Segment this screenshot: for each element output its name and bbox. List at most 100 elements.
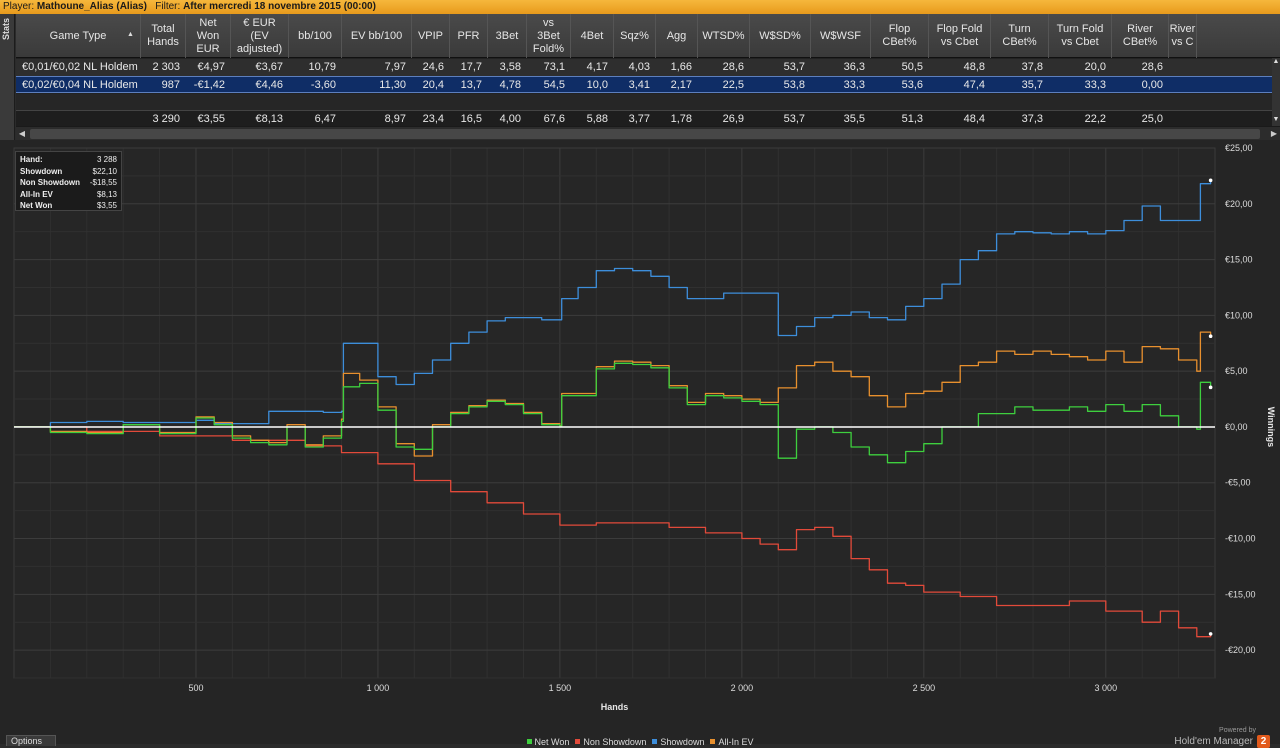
column-header[interactable]: Sqz% [614,14,656,58]
chart-legend: Net Won Non Showdown Showdown All-In EV [0,736,1280,747]
plot-area [13,147,1216,679]
table-cell: 13,7 [460,79,482,91]
scroll-up-arrow-icon[interactable]: ▲ [1272,58,1280,68]
column-header[interactable]: Flop Fold vs Cbet [929,14,991,58]
legend-item[interactable]: Showdown [652,737,704,747]
table-cell: 28,6 [1141,61,1163,73]
column-header[interactable]: € EUR (EV adjusted) [231,14,289,58]
column-header[interactable]: PFR [450,14,488,58]
column-header[interactable]: Turn CBet% [991,14,1049,58]
table-cell: 17,7 [460,61,482,73]
stats-side-tab-label: Stats [1,18,11,41]
player-name[interactable]: Mathoune_Alias (Alias) [37,1,147,12]
y-tick-label: €15,00 [1225,255,1253,265]
table-cell [1169,59,1197,76]
table-cell: -3,60 [310,79,336,91]
legend-item[interactable]: All-In EV [710,737,753,747]
table-cell: €0,01/€0,02 NL Holdem [22,61,138,73]
player-label: Player: [3,1,35,12]
table-cell: 3,41 [628,79,650,91]
column-header[interactable]: EV bb/100 [342,14,412,58]
y-tick-label: -€5,00 [1225,478,1251,488]
table-cell: €3,67 [255,61,283,73]
hand-label: Hand: [20,155,43,164]
legend-label: Non Showdown [583,736,647,747]
series-end-point [1208,632,1213,636]
y-axis-label: Winnings [1266,407,1276,447]
column-header[interactable]: Flop CBet% [871,14,929,58]
table-row-selected[interactable]: €0,02/€0,04 NL Holdem 987 -€1,42 €4,46 -3,60… [16,76,1273,93]
x-tick-label: 2 500 [913,683,936,693]
column-header[interactable]: Game Type [16,14,141,58]
table-cell: 3,58 [499,61,521,73]
table-cell: 36,3 [843,61,865,73]
table-cell: 53,8 [783,79,805,91]
table-cell: 10,79 [308,61,336,73]
table-totals-row: 3 290 €3,55 €8,13 6,47 8,97 23,4 16,5 4,00 67,6 5… [16,110,1273,127]
table-vertical-scrollbar[interactable]: ▲ ▼ [1272,58,1280,126]
legend-label: Net Won [534,736,570,747]
hm2-logo-icon: 2 [1257,735,1270,748]
column-header[interactable]: Net Won EUR [186,14,231,58]
hand-value: 3 288 [96,155,117,164]
sort-ascending-icon[interactable]: ▲ [127,31,134,38]
column-header[interactable]: VPIP [412,14,450,58]
column-header[interactable]: W$SD% [750,14,811,58]
legend-item[interactable]: Net Won [526,736,570,747]
allin-ev-label: All-In EV [20,189,53,199]
table-cell: 11,30 [379,79,406,91]
column-header[interactable]: bb/100 [289,14,342,58]
table-cell: -€1,42 [193,79,225,91]
legend-swatch-icon [652,739,658,744]
series-end-point [1208,178,1213,183]
options-button[interactable]: Options [6,735,56,746]
column-header[interactable]: Total Hands [141,14,186,58]
table-cell: 37,8 [1021,61,1043,73]
column-header[interactable]: 3Bet [488,14,527,58]
table-cell: 4,17 [586,61,608,73]
legend-item[interactable]: Non Showdown [575,737,646,747]
table-horizontal-scrollbar[interactable]: ◀ ▶ [16,126,1280,140]
table-cell: 48,8 [963,61,985,73]
nonshowdown-value: -$18,55 [89,178,117,187]
column-header[interactable]: W$WSF [811,14,871,58]
scrollbar-thumb[interactable] [30,129,1260,139]
y-tick-label: -€20,00 [1225,645,1256,655]
table-row[interactable]: €0,01/€0,02 NL Holdem 2 303 €4,97 €3,67 10,7… [16,59,1273,76]
column-header[interactable]: vs 3Bet Fold% [527,14,571,58]
table-cell: 35,7 [1021,79,1043,91]
table-cell: €4,46 [255,79,283,91]
column-header[interactable]: WTSD% [698,14,750,58]
filter-value[interactable]: After mercredi 18 novembre 2015 (00:00) [183,1,376,12]
table-cell: €4,97 [197,61,225,73]
table-cell: 20,0 [1084,61,1106,73]
table-cell [1169,77,1197,94]
table-cell: 2 303 [152,61,180,73]
table-cell: 4,03 [628,61,650,73]
table-row-empty [16,94,1273,111]
legend-label: Showdown [660,736,705,747]
table-cell: 33,3 [843,79,865,91]
scroll-right-arrow-icon[interactable]: ▶ [1268,127,1280,141]
scroll-left-arrow-icon[interactable]: ◀ [16,127,28,141]
column-header[interactable]: River vs C [1169,14,1197,58]
table-cell: 22,5 [722,79,744,91]
graph-summary-box: Hand: 3 288 Showdown $22,10 Non Showdown -$… [15,151,122,211]
scroll-down-arrow-icon[interactable]: ▼ [1272,116,1280,126]
column-header[interactable]: Turn Fold vs Cbet [1049,14,1112,58]
column-header[interactable]: 4Bet [571,14,614,58]
legend-label: All-In EV [718,736,754,747]
table-cell: 73,1 [543,61,565,73]
column-header[interactable]: Agg [656,14,698,58]
table-cell: 0,00 [1141,79,1163,91]
table-cell: 20,4 [422,79,444,91]
filter-label: Filter: [155,1,181,12]
net-won-value: $3,55 [96,201,117,210]
table-cell: 4,78 [499,79,521,91]
stats-side-tab[interactable]: Stats [0,14,15,140]
brand-name: Hold'em Manager [1174,736,1253,747]
player-filter-bar: Player: Mathoune_Alias (Alias) Filter: A… [0,0,1280,14]
column-header[interactable]: River CBet% [1112,14,1169,58]
table-cell: 53,6 [901,79,923,91]
table-cell: 1,66 [670,61,692,73]
